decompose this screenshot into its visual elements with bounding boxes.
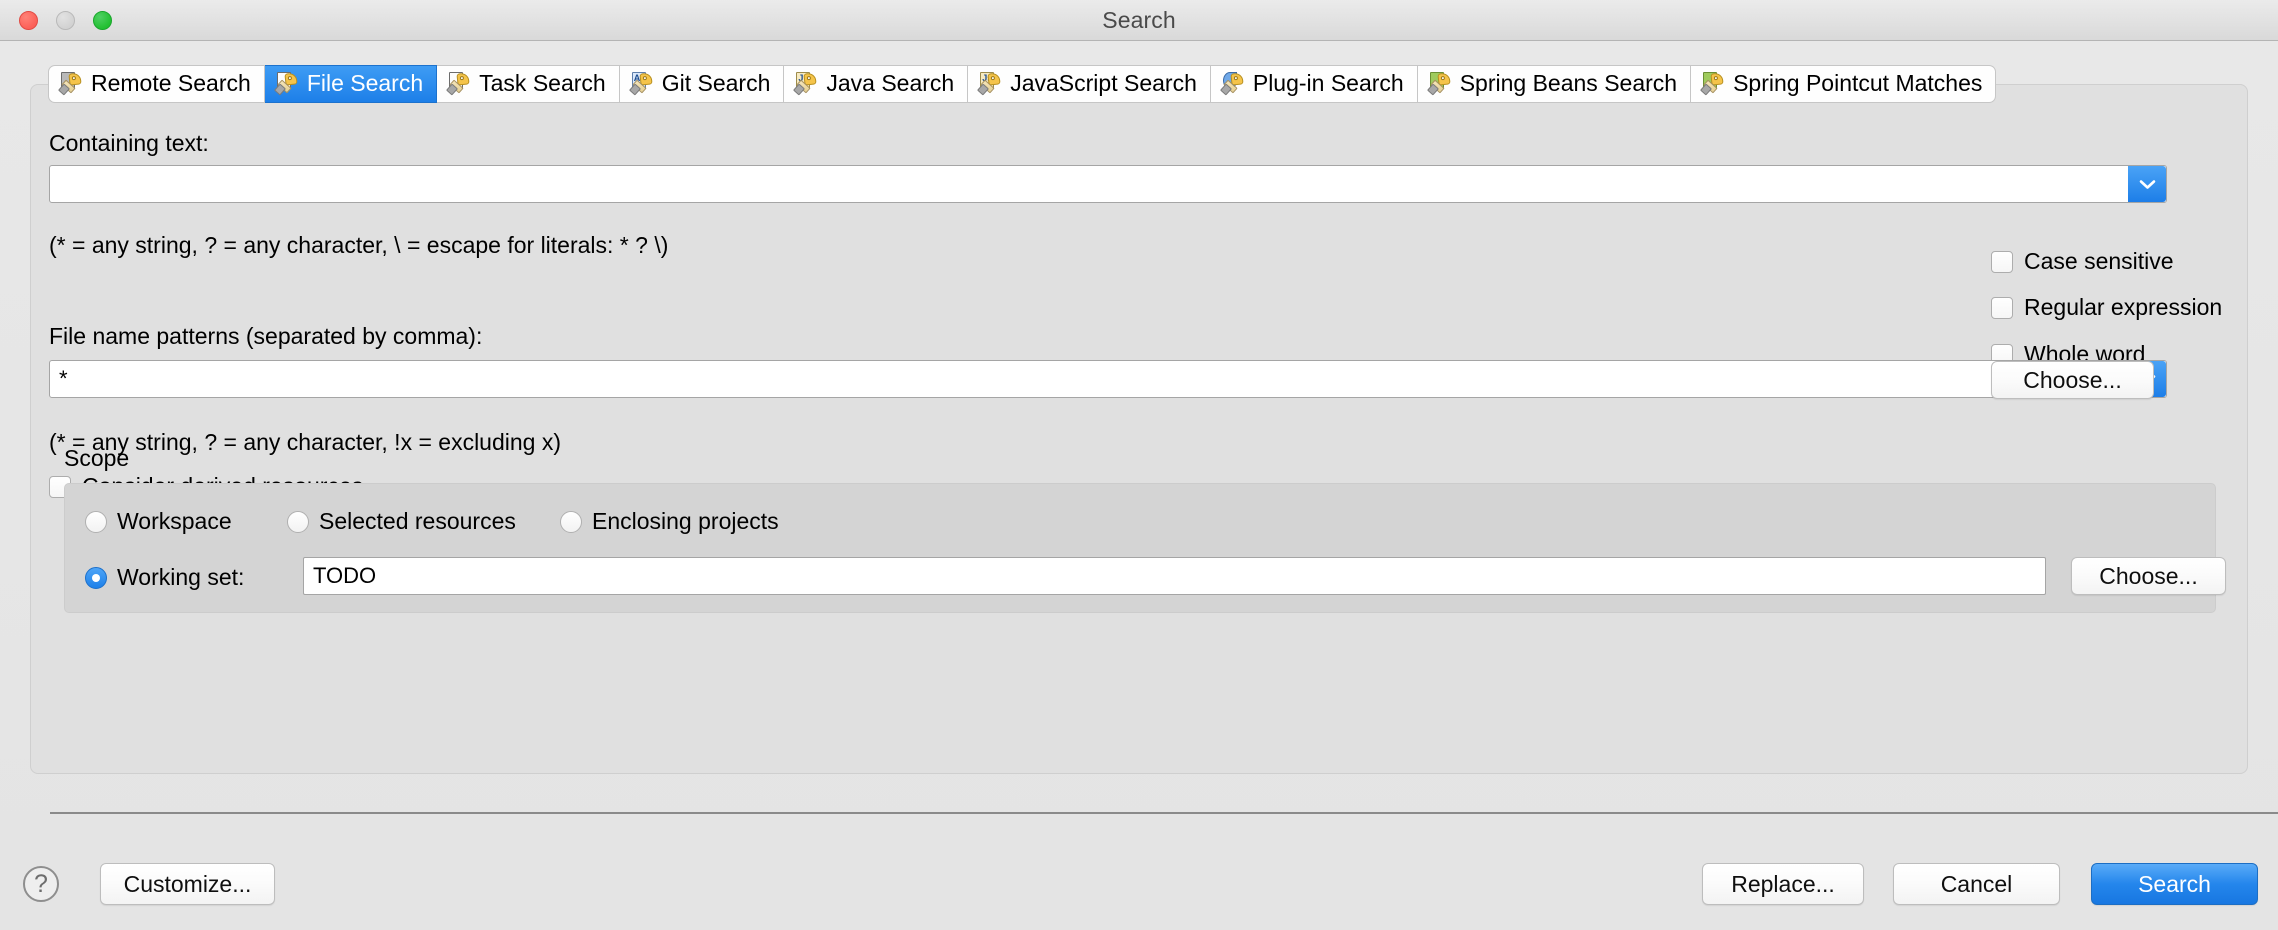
spring-pointcut-matches-icon — [1702, 71, 1728, 97]
customize-button[interactable]: Customize... — [100, 863, 275, 905]
radio-label: Working set: — [117, 564, 244, 591]
java-search-icon: J — [795, 71, 821, 97]
checkbox-label: Case sensitive — [2024, 248, 2174, 275]
scope-radio-working-set[interactable]: Working set: — [85, 564, 244, 591]
search-button[interactable]: Search — [2091, 863, 2258, 905]
tab-remote-search[interactable]: Remote Search — [48, 65, 265, 103]
javascript-search-icon: Js — [979, 71, 1005, 97]
tab-task-search[interactable]: Task Search — [437, 65, 620, 103]
scope-radio-workspace[interactable]: Workspace — [85, 508, 232, 535]
title-bar: Search — [0, 0, 2278, 41]
tab-label: Task Search — [479, 72, 606, 97]
working-set-choose-button[interactable]: Choose... — [2071, 557, 2226, 595]
radio-circle[interactable] — [85, 511, 107, 533]
radio-circle[interactable] — [560, 511, 582, 533]
file-patterns-choose-button[interactable]: Choose... — [1991, 361, 2154, 399]
checkbox-box[interactable] — [1991, 297, 2013, 319]
spring-beans-search-icon — [1429, 71, 1455, 97]
tab-git-search[interactable]: A Git Search — [620, 65, 785, 103]
task-search-icon — [448, 71, 474, 97]
working-set-value[interactable]: TODO — [304, 558, 385, 594]
checkbox-box[interactable] — [1991, 251, 2013, 273]
tab-label: Remote Search — [91, 72, 251, 97]
scope-radio-enclosing-projects[interactable]: Enclosing projects — [560, 508, 779, 535]
footer-separator — [50, 812, 2278, 814]
search-dialog-window: Search Remote Search File Search Task Se… — [0, 0, 2278, 930]
tab-spring-beans-search[interactable]: Spring Beans Search — [1418, 65, 1691, 103]
window-title: Search — [0, 0, 2278, 40]
scope-group-legend: Scope — [64, 445, 129, 472]
cancel-button[interactable]: Cancel — [1893, 863, 2060, 905]
help-icon[interactable]: ? — [23, 866, 59, 902]
tab-plugin-search[interactable]: Plug-in Search — [1211, 65, 1418, 103]
tab-label: Plug-in Search — [1253, 72, 1404, 97]
tab-label: Spring Beans Search — [1460, 72, 1677, 97]
file-search-panel: Containing text: (* = any string, ? = an… — [30, 84, 2248, 774]
git-search-icon: A — [631, 71, 657, 97]
radio-label: Selected resources — [319, 508, 516, 535]
tab-file-search[interactable]: File Search — [265, 65, 437, 103]
tab-spring-pointcut-matches[interactable]: Spring Pointcut Matches — [1691, 65, 1996, 103]
checkbox-label: Regular expression — [2024, 294, 2222, 321]
tab-label: Spring Pointcut Matches — [1733, 72, 1982, 97]
remote-search-icon — [60, 71, 86, 97]
chevron-down-icon[interactable] — [2128, 166, 2166, 202]
tab-label: Git Search — [662, 72, 771, 97]
plugin-search-icon — [1222, 71, 1248, 97]
regular-expression-checkbox[interactable]: Regular expression — [1991, 294, 2222, 321]
containing-text-hint: (* = any string, ? = any character, \ = … — [49, 232, 668, 259]
file-name-patterns-input[interactable]: * — [50, 361, 2128, 397]
containing-text-label: Containing text: — [49, 130, 209, 157]
tab-java-search[interactable]: J Java Search — [784, 65, 968, 103]
working-set-field[interactable]: TODO — [303, 557, 2046, 595]
file-name-patterns-combo[interactable]: * — [49, 360, 2167, 398]
radio-circle[interactable] — [287, 511, 309, 533]
tab-label: File Search — [307, 72, 423, 97]
file-search-icon — [276, 71, 302, 97]
tab-label: Java Search — [826, 72, 954, 97]
tab-javascript-search[interactable]: Js JavaScript Search — [968, 65, 1211, 103]
radio-circle[interactable] — [85, 567, 107, 589]
case-sensitive-checkbox[interactable]: Case sensitive — [1991, 248, 2174, 275]
tab-label: JavaScript Search — [1010, 72, 1197, 97]
radio-label: Enclosing projects — [592, 508, 779, 535]
scope-radio-selected-resources[interactable]: Selected resources — [287, 508, 516, 535]
scope-group: Workspace Selected resources Enclosing p… — [64, 483, 2216, 613]
radio-label: Workspace — [117, 508, 232, 535]
file-name-patterns-label: File name patterns (separated by comma): — [49, 323, 482, 350]
containing-text-combo[interactable] — [49, 165, 2167, 203]
search-tab-bar: Remote Search File Search Task Search A … — [48, 65, 1996, 103]
replace-button[interactable]: Replace... — [1702, 863, 1864, 905]
